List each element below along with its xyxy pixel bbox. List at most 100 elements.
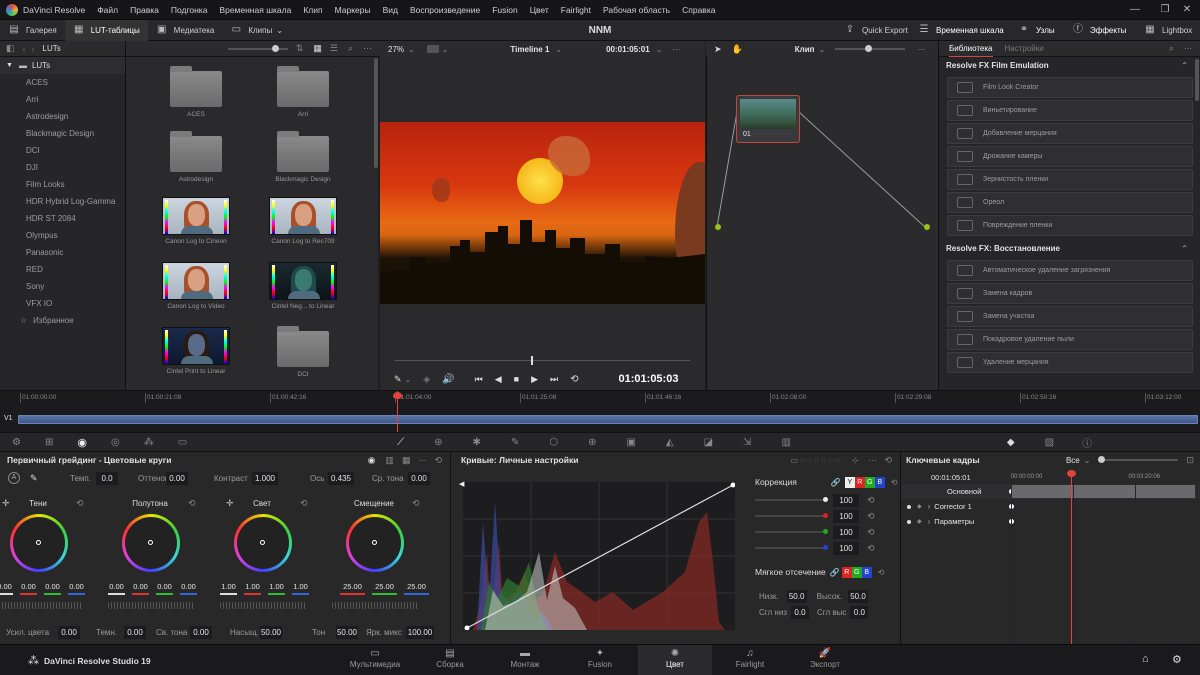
lut-folder-item[interactable]: Arri (0, 91, 125, 108)
reset-icon[interactable]: ⟲ (878, 568, 885, 577)
fx-item[interactable]: Film Look Creator (947, 77, 1193, 98)
visibility-dot-icon[interactable] (907, 519, 911, 524)
reset-icon[interactable]: ⟲ (412, 498, 420, 509)
skip-start-icon[interactable]: ⏮ (475, 374, 483, 385)
motion-effects-icon[interactable]: ▭ (178, 437, 187, 448)
slider-handle[interactable] (823, 497, 828, 502)
playhead-handle[interactable] (392, 392, 402, 399)
lut-folder-item[interactable]: DJI (0, 159, 125, 176)
wheel-value[interactable]: 25.00 (370, 582, 399, 591)
link-icon[interactable]: 🔗 (831, 478, 841, 487)
chevron-up-icon[interactable]: ⌃ (1181, 240, 1188, 258)
reset-icon[interactable]: ⟲ (76, 498, 84, 509)
color-match-icon[interactable]: ⊞ (45, 437, 53, 448)
auto-balance-icon[interactable]: A (8, 472, 20, 484)
menu-item[interactable]: Вид (383, 5, 398, 15)
wheel-value[interactable]: 1.00 (290, 582, 311, 591)
intensity-slider[interactable] (755, 545, 828, 550)
param-value[interactable]: 1.000 (252, 471, 278, 485)
layer-icon[interactable]: ◈ (423, 374, 430, 385)
thumb-size-slider[interactable] (227, 44, 288, 52)
chevron-right-icon[interactable]: › (928, 517, 931, 526)
lut-folder-item[interactable]: DCI (0, 142, 125, 159)
reset-icon[interactable]: ⟲ (300, 498, 308, 509)
param-value[interactable]: 100.00 (406, 625, 434, 639)
menu-item[interactable]: Подгонка (171, 5, 208, 15)
scrubber-handle[interactable] (530, 356, 533, 365)
reset-icon[interactable]: ⟲ (434, 455, 442, 466)
clips-button[interactable]: ▭ Клипы ⌄ (222, 20, 291, 41)
tab-settings[interactable]: Настройки (1005, 44, 1044, 53)
lut-thumbnail[interactable]: Cintel Neg... to Linear (253, 262, 353, 310)
forward-icon[interactable]: › (32, 44, 35, 54)
lut-thumbnail[interactable]: Canon Log to Video (146, 262, 246, 310)
media-pool-button[interactable]: ▣ Медиатека (148, 20, 223, 41)
sidebar-toggle-icon[interactable]: ◧ (6, 43, 15, 54)
page-tab[interactable]: ▭ Мультимедиа (338, 645, 412, 675)
color-wheel[interactable] (122, 514, 180, 572)
fx-item[interactable]: Автоматическое удаление загрязнения (947, 260, 1193, 281)
slider-handle[interactable] (823, 545, 828, 550)
lut-thumbnail[interactable]: Canon Log to Cineon (146, 197, 246, 245)
wheel-center-handle[interactable] (36, 540, 41, 545)
step-back-icon[interactable]: ◀ (495, 374, 502, 385)
lut-thumbnail[interactable]: Blackmagic Design (253, 131, 353, 183)
param-value[interactable]: 0.00 (166, 471, 188, 485)
low-value[interactable]: 50.0 (786, 589, 807, 603)
slider-handle[interactable] (823, 513, 828, 518)
fx-section-header[interactable]: Resolve FX: Восстановление ⌃ (939, 240, 1200, 258)
settings-gear-icon[interactable]: ⚙ (1172, 653, 1182, 666)
reset-icon[interactable]: ⟲ (188, 498, 196, 509)
lut-folder-item[interactable]: HDR Hybrid Log-Gamma (0, 193, 125, 210)
keyframe-playhead[interactable] (1071, 472, 1072, 644)
lut-folder-item[interactable]: RED (0, 261, 125, 278)
wheels-mode-icon[interactable]: ◉ (368, 455, 376, 466)
timeline-name[interactable]: Timeline 1 (510, 45, 549, 54)
menu-item[interactable]: Справка (682, 5, 715, 15)
param-value[interactable]: 50.00 (260, 625, 282, 639)
custom-curve-icon[interactable]: ⊹ (852, 456, 859, 465)
more-options-icon[interactable]: ⋯ (672, 45, 680, 54)
play-icon[interactable]: ▶ (531, 374, 538, 385)
lut-folder-item[interactable]: HDR ST 2084 (0, 210, 125, 227)
param-value[interactable]: 0.0 (96, 471, 118, 485)
lut-folder-item[interactable]: Blackmagic Design (0, 125, 125, 142)
wheel-value[interactable]: 0.00 (178, 582, 199, 591)
fx-item[interactable]: Зернистость пленки (947, 169, 1193, 190)
color-wheel[interactable] (234, 514, 292, 572)
gallery-button[interactable]: ▤ Галерея (0, 20, 65, 41)
param-value[interactable]: 0.00 (124, 625, 146, 639)
pointer-icon[interactable]: ➤ (714, 44, 722, 55)
fx-item[interactable]: Добавление мерцания (947, 123, 1193, 144)
channel-button[interactable]: G (864, 476, 875, 488)
intensity-value[interactable]: 100 (833, 493, 859, 507)
more-options-icon[interactable]: ⋯ (418, 456, 426, 465)
lut-folder-item[interactable]: Olympus (0, 227, 125, 244)
reset-icon[interactable]: ⟲ (867, 495, 875, 506)
wheel-value[interactable]: 0.00 (18, 582, 39, 591)
home-icon[interactable]: ⌂ (1142, 653, 1149, 665)
chevron-right-icon[interactable]: › (928, 502, 931, 511)
chevron-up-icon[interactable]: ⌃ (1181, 57, 1188, 75)
lut-thumbnail[interactable]: Arri (253, 66, 353, 118)
favorites-item[interactable]: ☆ Избранное (0, 312, 125, 329)
thumb-scrollbar[interactable] (374, 58, 378, 168)
color-picker-icon[interactable]: ✎ (30, 473, 38, 484)
wheel-value[interactable]: 0.00 (66, 582, 87, 591)
lightbox-button[interactable]: ▦ Lightbox (1136, 20, 1200, 41)
menu-item[interactable]: Временная шкала (219, 5, 291, 15)
intensity-value[interactable]: 100 (833, 541, 859, 555)
param-value[interactable]: 0.435 (328, 471, 354, 485)
key-icon[interactable]: ◪ (704, 437, 713, 448)
wheel-value[interactable]: 1.00 (266, 582, 287, 591)
page-tab[interactable]: 🚀 Экспорт (788, 645, 862, 675)
effects-button[interactable]: ⓕ Эффекты (1064, 20, 1134, 41)
menu-item[interactable]: Рабочая область (603, 5, 670, 15)
intensity-slider[interactable] (755, 529, 828, 534)
curve-graph[interactable] (463, 482, 736, 631)
keyframe-playhead-handle[interactable] (1067, 470, 1076, 477)
fx-item[interactable]: Покадровое удаление пыли (947, 329, 1193, 350)
slider-handle[interactable] (823, 529, 828, 534)
volume-icon[interactable]: 🔊 (442, 374, 454, 385)
color-wheel[interactable] (10, 514, 68, 572)
